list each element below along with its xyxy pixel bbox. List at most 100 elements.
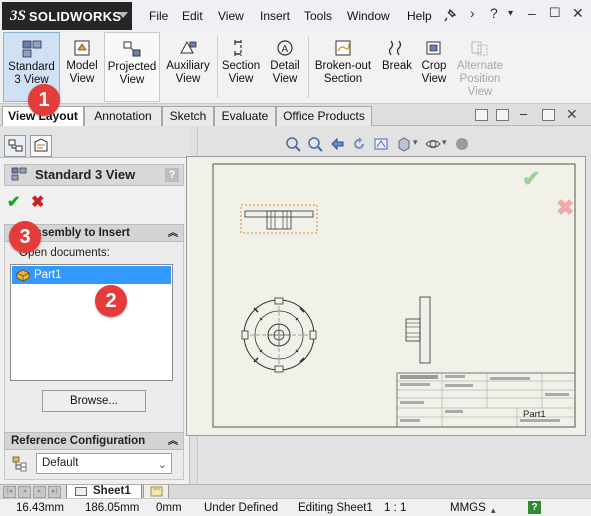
alternate-position-view-icon	[471, 41, 488, 56]
property-sheet-icon	[34, 138, 48, 152]
browse-button[interactable]: Browse...	[42, 390, 146, 412]
reference-configuration-select[interactable]: Default ⌄	[36, 453, 172, 474]
units-dropdown-icon[interactable]: ▴	[491, 502, 496, 516]
property-manager-title: Standard 3 View ?	[4, 164, 184, 186]
redraw-icon[interactable]	[351, 136, 367, 152]
menu-file[interactable]: File	[149, 9, 168, 23]
break-button[interactable]: Break	[378, 32, 416, 102]
model-view-label-2: View	[69, 73, 95, 85]
title-block	[396, 372, 576, 428]
help-icon[interactable]: ?	[165, 168, 179, 182]
tab-evaluate[interactable]: Evaluate	[214, 106, 276, 126]
detail-view-icon: A	[277, 40, 293, 56]
expand-arrow-icon[interactable]: ›	[470, 5, 475, 21]
collapse-chevron-icon[interactable]: ︽	[168, 434, 178, 450]
sheet-tab-sheet1[interactable]: Sheet1	[66, 485, 142, 499]
status-y-coordinate: 186.05mm	[85, 502, 140, 514]
part-name: Part1	[34, 269, 62, 281]
configuration-icon	[12, 456, 27, 472]
collapse-chevron-icon[interactable]: ︽	[168, 226, 178, 242]
zoom-to-area-icon[interactable]	[307, 136, 323, 152]
menu-view[interactable]: View	[218, 9, 244, 23]
drawing-sheet[interactable]: Part1	[186, 156, 586, 436]
section-view-icon	[234, 40, 242, 56]
maximize-icon[interactable]: ☐	[549, 5, 561, 21]
first-sheet-icon[interactable]: |◂	[3, 486, 16, 498]
command-manager-ribbon: Standard 3 View Model View Projected Vie…	[0, 32, 591, 104]
minimize-icon[interactable]: –	[528, 5, 536, 21]
doc-close-icon[interactable]: ✕	[566, 106, 578, 123]
doc-panel-icon[interactable]	[475, 109, 488, 121]
crop-view-label-2: View	[421, 73, 447, 85]
next-sheet-icon[interactable]: ▸	[33, 486, 46, 498]
section-view-label-1: Section	[221, 60, 261, 72]
crop-view-button[interactable]: Crop View	[418, 32, 450, 102]
rotate-view-icon[interactable]	[373, 136, 389, 152]
doc-panel-2-icon[interactable]	[496, 109, 509, 121]
display-style-icon[interactable]	[396, 136, 412, 152]
detail-view-button[interactable]: A Detail View	[264, 32, 306, 102]
tab-annotation[interactable]: Annotation	[84, 106, 162, 126]
status-x-coordinate: 16.43mm	[16, 502, 64, 514]
pin-icon[interactable]	[443, 8, 457, 22]
standard-3-view-label-1: Standard	[8, 61, 55, 73]
list-item-part1[interactable]: Part1	[12, 266, 171, 284]
zoom-to-fit-icon[interactable]	[285, 136, 301, 152]
appearance-icon[interactable]	[454, 136, 470, 152]
doc-minimize-icon[interactable]: –	[520, 106, 527, 121]
menu-help[interactable]: Help	[407, 9, 432, 23]
ok-check-icon[interactable]: ✔	[7, 192, 20, 212]
help-question-icon[interactable]: ?	[490, 5, 498, 21]
display-style-dropdown-icon[interactable]: ▾	[413, 137, 418, 148]
menu-window[interactable]: Window	[347, 9, 390, 23]
add-sheet-button[interactable]	[143, 485, 169, 499]
cancel-x-icon[interactable]: ✖	[31, 192, 44, 212]
last-sheet-icon[interactable]: ▸|	[48, 486, 61, 498]
svg-text:A: A	[282, 44, 289, 55]
broken-out-section-button[interactable]: Broken-out Section	[311, 32, 375, 102]
close-icon[interactable]: ✕	[572, 5, 584, 22]
tab-office-products[interactable]: Office Products	[276, 106, 372, 126]
alternate-position-view-button[interactable]: Alternate Position View	[452, 32, 508, 102]
sheet-icon	[75, 487, 87, 496]
projected-view-label-1: Projected	[107, 61, 157, 73]
menu-insert[interactable]: Insert	[260, 9, 290, 23]
solidworks-window: 3S SOLIDWORKS File Edit View Insert Tool…	[0, 0, 591, 516]
hide-show-items-icon[interactable]	[425, 136, 441, 152]
broken-out-section-label-2: Section	[323, 73, 363, 85]
solidworks-logo[interactable]: 3S SOLIDWORKS	[2, 2, 132, 30]
broken-out-section-label-1: Broken-out	[314, 60, 372, 72]
status-help-icon[interactable]: ?	[528, 501, 541, 514]
standard-3-view-icon	[22, 40, 41, 58]
right-view-preview[interactable]	[405, 296, 431, 364]
tab-sketch[interactable]: Sketch	[162, 106, 214, 126]
section-view-button[interactable]: Section View	[220, 32, 262, 102]
projected-view-button[interactable]: Projected View	[104, 32, 160, 102]
confirmation-cancel-icon[interactable]: ✖	[556, 195, 574, 221]
selected-configuration: Default	[42, 457, 79, 469]
help-dropdown-icon[interactable]: ▾	[508, 8, 513, 19]
status-scale[interactable]: 1 : 1	[384, 500, 406, 516]
model-view-label-1: Model	[66, 60, 98, 72]
command-tabs-row: View Layout Annotation Sketch Evaluate O…	[0, 104, 591, 126]
doc-restore-icon[interactable]	[542, 109, 555, 121]
hide-show-dropdown-icon[interactable]: ▾	[442, 137, 447, 148]
auxiliary-view-button[interactable]: Auxiliary View	[162, 32, 214, 102]
confirmation-ok-icon[interactable]: ✔	[522, 166, 540, 192]
model-view-button[interactable]: Model View	[62, 32, 102, 102]
previous-sheet-icon[interactable]: ◂	[18, 486, 31, 498]
feature-manager-tab-icon[interactable]	[4, 135, 26, 157]
broken-out-section-icon	[335, 40, 351, 56]
previous-view-icon[interactable]	[329, 136, 345, 152]
callout-3: 3	[9, 221, 41, 253]
status-units[interactable]: MMGS	[450, 500, 486, 516]
menu-edit[interactable]: Edit	[182, 9, 203, 23]
top-view-preview[interactable]	[240, 204, 318, 234]
group-reference-configuration-header[interactable]: Reference Configuration ︽	[4, 432, 184, 450]
property-manager-tab-icon[interactable]	[30, 135, 52, 157]
front-view-preview[interactable]	[241, 297, 317, 373]
logo-mark: 3S	[10, 7, 26, 24]
open-documents-list[interactable]: Part1	[10, 264, 173, 381]
status-bar: 16.43mm 186.05mm 0mm Under Defined Editi…	[0, 498, 591, 516]
menu-tools[interactable]: Tools	[304, 9, 332, 23]
